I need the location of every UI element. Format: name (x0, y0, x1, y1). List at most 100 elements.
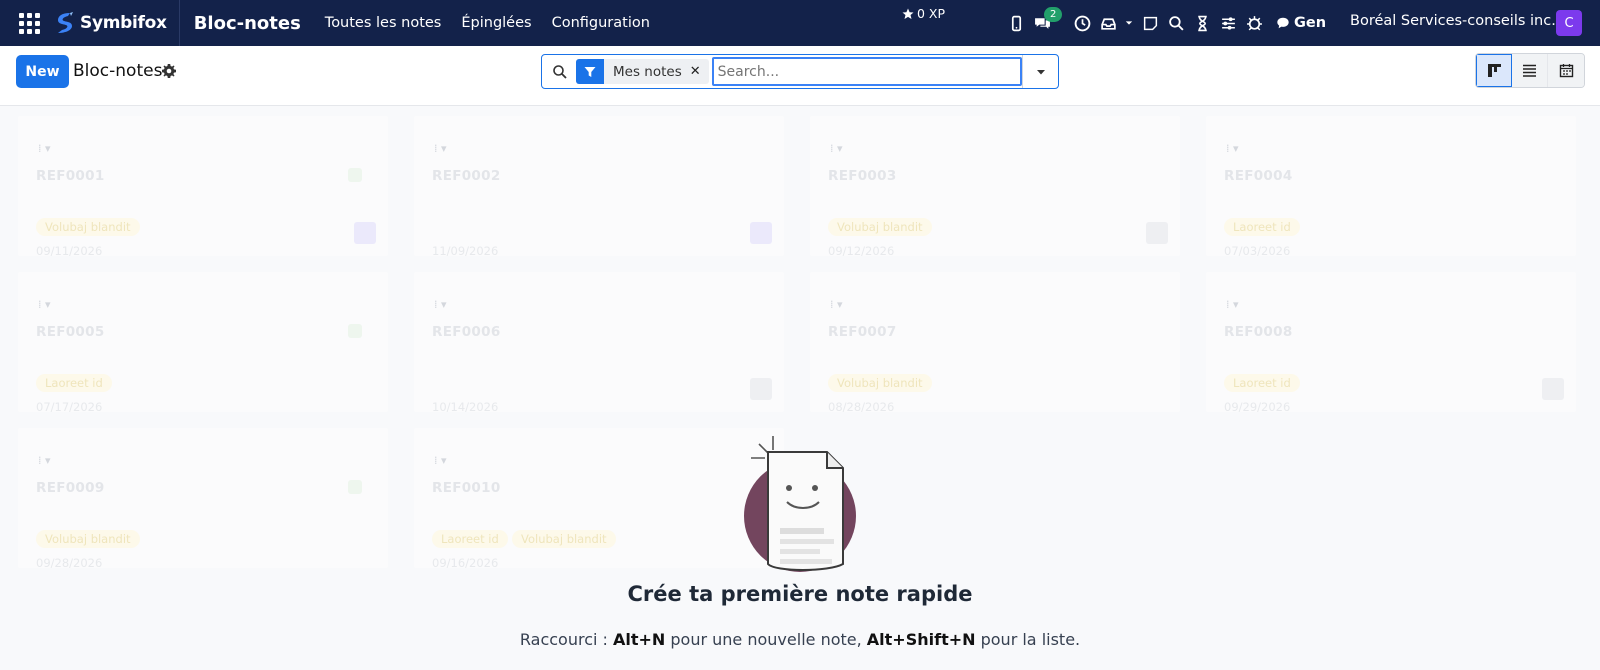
view-switcher (1475, 53, 1585, 88)
card-ref: REF0006 (432, 324, 501, 340)
menu-pinned[interactable]: Épinglées (461, 15, 531, 31)
chat-badge: 2 (1044, 7, 1063, 22)
gen-label: Gen (1294, 15, 1327, 31)
hourglass-icon[interactable] (1190, 11, 1214, 35)
avatar-icon (348, 324, 362, 338)
drag-handle-icon: ⁞ ▾ (1226, 298, 1239, 311)
sticky-note-icon[interactable] (1138, 11, 1162, 35)
card-ref: REF0002 (432, 168, 501, 184)
list-icon (1523, 64, 1536, 77)
card-ref: REF0004 (1224, 168, 1293, 184)
card-date: 10/14/2026 (432, 400, 499, 414)
clock-icon[interactable] (1070, 11, 1094, 35)
facet-label: Mes notes (613, 63, 682, 80)
card-date: 09/29/2026 (1224, 400, 1291, 414)
top-navbar: Symbifox Bloc-notes Toutes les notes Épi… (0, 0, 1600, 46)
empty-state-helper: Crée ta première note rapide Raccourci :… (0, 436, 1600, 649)
filter-facet[interactable]: Mes notes ✕ (576, 59, 709, 84)
bug-icon[interactable] (1242, 11, 1266, 35)
kanban-card[interactable]: ⁞ ▾ REF0008 Laoreet id 09/29/2026 (1206, 272, 1576, 414)
caret-down-icon[interactable] (1122, 11, 1136, 35)
drag-handle-icon: ⁞ ▾ (434, 298, 447, 311)
search-icon[interactable] (1164, 11, 1188, 35)
xp-indicator[interactable]: 0 XP (902, 6, 945, 21)
card-ref: REF0001 (36, 168, 105, 184)
kanban-card[interactable]: ⁞ ▾ REF0001 Volubaj blandit 09/11/2026 (18, 116, 388, 258)
smiling-note-illustration (744, 436, 856, 572)
sliders-icon[interactable] (1216, 11, 1240, 35)
kanban-card[interactable]: ⁞ ▾ REF0005 Laoreet id 07/17/2026 (18, 272, 388, 414)
assignee-avatar (354, 222, 376, 244)
mobile-icon[interactable] (1004, 11, 1028, 35)
drag-handle-icon: ⁞ ▾ (830, 142, 843, 155)
drag-handle-icon: ⁞ ▾ (38, 142, 51, 155)
card-tag: Laoreet id (36, 374, 112, 392)
assignee-avatar (750, 222, 772, 244)
user-avatar[interactable]: C (1556, 10, 1582, 36)
filter-icon (576, 59, 604, 84)
kanban-card[interactable]: ⁞ ▾ REF0007 Volubaj blandit 08/28/2026 (810, 272, 1180, 414)
kanban-card[interactable]: ⁞ ▾ REF0006 10/14/2026 (414, 272, 784, 414)
card-tag: Volubaj blandit (36, 218, 140, 236)
speech-bubble-icon (1277, 17, 1289, 29)
shortcut-list: Alt+Shift+N (866, 630, 976, 649)
calendar-icon (1559, 64, 1573, 78)
card-ref: REF0007 (828, 324, 897, 340)
kanban-view-button[interactable] (1476, 54, 1512, 87)
shortcut-middle: pour une nouvelle note, (665, 630, 867, 649)
assignee-avatar (750, 378, 772, 400)
card-date: 08/28/2026 (828, 400, 895, 414)
inbox-icon[interactable] (1096, 11, 1120, 35)
assignee-avatar (1146, 222, 1168, 244)
search-options-toggle[interactable] (1022, 55, 1058, 88)
gen-assistant-button[interactable]: Gen (1276, 15, 1326, 31)
drag-handle-icon: ⁞ ▾ (434, 142, 447, 155)
shortcut-prefix: Raccourci : (519, 630, 613, 649)
avatar-icon (348, 168, 362, 182)
gear-icon[interactable] (161, 63, 177, 79)
empty-state-title: Crée ta première note rapide (627, 582, 973, 606)
app-menu-icon[interactable] (16, 10, 42, 36)
drag-handle-icon: ⁞ ▾ (830, 298, 843, 311)
card-ref: REF0005 (36, 324, 105, 340)
card-date: 09/12/2026 (828, 244, 895, 258)
navbar-systray: 2 Gen (1004, 0, 1326, 46)
menu-configuration[interactable]: Configuration (552, 15, 650, 31)
new-button[interactable]: New (16, 55, 69, 88)
caret-down-icon (1036, 69, 1045, 74)
card-tag: Laoreet id (1224, 218, 1300, 236)
breadcrumb: Bloc-notes (73, 61, 163, 81)
card-ref: REF0003 (828, 168, 897, 184)
card-tag: Volubaj blandit (828, 218, 932, 236)
company-switcher[interactable]: Boréal Services-conseils inc. (1350, 13, 1556, 29)
list-view-button[interactable] (1512, 54, 1548, 87)
card-tag: Volubaj blandit (828, 374, 932, 392)
chat-icon[interactable]: 2 (1030, 7, 1063, 35)
kanban-card[interactable]: ⁞ ▾ REF0002 11/09/2026 (414, 116, 784, 258)
card-ref: REF0008 (1224, 324, 1293, 340)
brand-name: Symbifox (80, 13, 167, 33)
brand[interactable]: Symbifox (54, 0, 180, 46)
search-icon[interactable] (552, 64, 568, 80)
assignee-avatar (1542, 378, 1564, 400)
control-panel: New Bloc-notes Mes notes ✕ (0, 46, 1600, 106)
menu-all-notes[interactable]: Toutes les notes (325, 15, 442, 31)
drag-handle-icon: ⁞ ▾ (38, 298, 51, 311)
kanban-card[interactable]: ⁞ ▾ REF0003 Volubaj blandit 09/12/2026 (810, 116, 1180, 258)
star-icon (902, 8, 914, 19)
symbifox-logo-icon (58, 12, 73, 33)
drag-handle-icon: ⁞ ▾ (1226, 142, 1239, 155)
card-date: 07/03/2026 (1224, 244, 1291, 258)
card-date: 07/17/2026 (36, 400, 103, 414)
calendar-view-button[interactable] (1548, 54, 1584, 87)
app-title[interactable]: Bloc-notes (194, 13, 301, 34)
search-input[interactable] (711, 57, 1022, 86)
kanban-card[interactable]: ⁞ ▾ REF0004 Laoreet id 07/03/2026 (1206, 116, 1576, 258)
search-bar: Mes notes ✕ (541, 54, 1059, 89)
empty-state-subtitle: Raccourci : Alt+N pour une nouvelle note… (0, 630, 1600, 649)
remove-facet-icon[interactable]: ✕ (690, 64, 709, 79)
card-date: 09/11/2026 (36, 244, 103, 258)
shortcut-new-note: Alt+N (613, 630, 666, 649)
card-tag: Laoreet id (1224, 374, 1300, 392)
shortcut-suffix: pour la liste. (975, 630, 1081, 649)
